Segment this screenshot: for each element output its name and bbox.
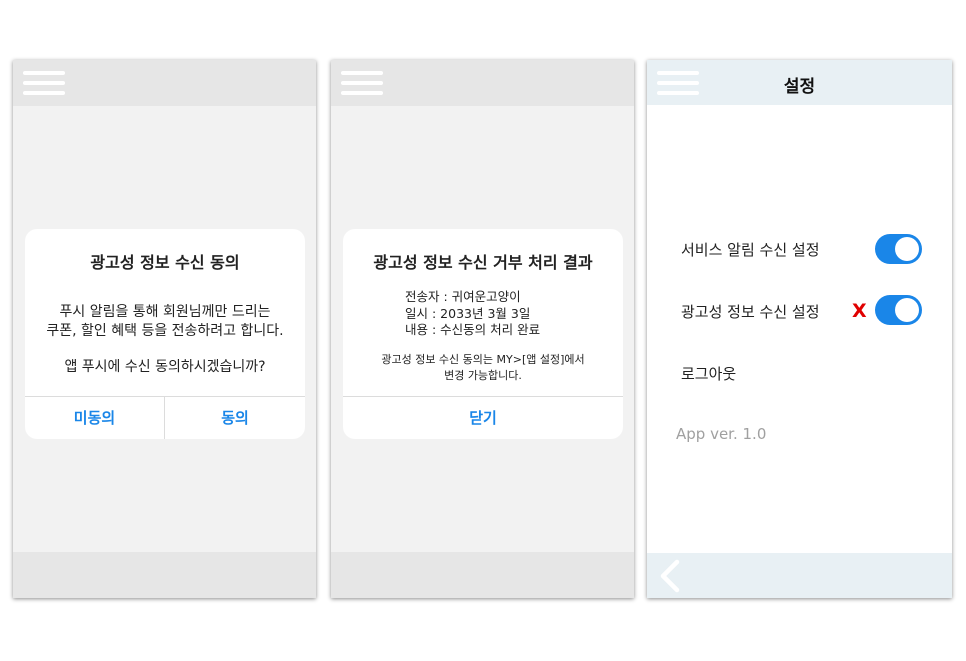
logout-button[interactable]: 로그아웃 xyxy=(681,363,736,384)
screen-result-dialog: 광고성 정보 수신 거부 처리 결과 전송자 : 귀여운고양이 일시 : 203… xyxy=(331,60,634,598)
service-alert-toggle[interactable] xyxy=(875,234,922,264)
dialog-body-line1: 푸시 알림을 통해 회원님께만 드리는 xyxy=(59,304,271,320)
top-bar xyxy=(331,60,634,106)
sender-line: 전송자 : 귀여운고양이 xyxy=(405,289,521,304)
toggle-knob xyxy=(895,237,919,261)
agree-button[interactable]: 동의 xyxy=(165,397,305,439)
dialog-title: 광고성 정보 수신 동의 xyxy=(90,253,240,272)
bottom-bar xyxy=(647,553,952,598)
result-dialog: 광고성 정보 수신 거부 처리 결과 전송자 : 귀여운고양이 일시 : 203… xyxy=(343,229,623,439)
service-alert-label: 서비스 알림 수신 설정 xyxy=(681,241,820,259)
dialog-body-line2: 쿠폰, 할인 혜택 등을 전송하려고 합니다. xyxy=(46,323,284,339)
dialog-title: 광고성 정보 수신 거부 처리 결과 xyxy=(373,253,593,272)
bottom-bar xyxy=(331,552,634,598)
close-button[interactable]: 닫기 xyxy=(343,397,623,439)
top-bar: 설정 xyxy=(647,60,952,105)
hamburger-menu-icon[interactable] xyxy=(23,71,65,97)
consent-dialog: 광고성 정보 수신 동의 푸시 알림을 통해 회원님께만 드리는 쿠폰, 할인 … xyxy=(25,229,305,439)
x-mark-annotation: X xyxy=(852,300,867,322)
note-line2: 변경 가능합니다. xyxy=(444,369,522,382)
note-line1: 광고성 정보 수신 동의는 MY>[앱 설정]에서 xyxy=(381,353,585,366)
chevron-left-icon[interactable] xyxy=(655,559,685,593)
ad-info-toggle[interactable] xyxy=(875,295,922,325)
toggle-knob xyxy=(895,298,919,322)
content-line: 내용 : 수신동의 처리 완료 xyxy=(405,322,541,337)
hamburger-menu-icon[interactable] xyxy=(341,71,383,97)
date-line: 일시 : 2033년 3월 3일 xyxy=(405,306,531,321)
screen-consent-dialog: 광고성 정보 수신 동의 푸시 알림을 통해 회원님께만 드리는 쿠폰, 할인 … xyxy=(13,60,316,598)
top-bar xyxy=(13,60,316,106)
ad-info-label: 광고성 정보 수신 설정 xyxy=(681,303,820,321)
screen-settings: 설정 서비스 알림 수신 설정 광고성 정보 수신 설정 X 로그아웃 App … xyxy=(647,60,952,598)
dialog-question: 앱 푸시에 수신 동의하시겠습니까? xyxy=(64,359,266,375)
page-title: 설정 xyxy=(783,77,816,97)
decline-button[interactable]: 미동의 xyxy=(25,397,164,439)
app-version: App ver. 1.0 xyxy=(676,425,767,443)
bottom-bar xyxy=(13,552,316,598)
